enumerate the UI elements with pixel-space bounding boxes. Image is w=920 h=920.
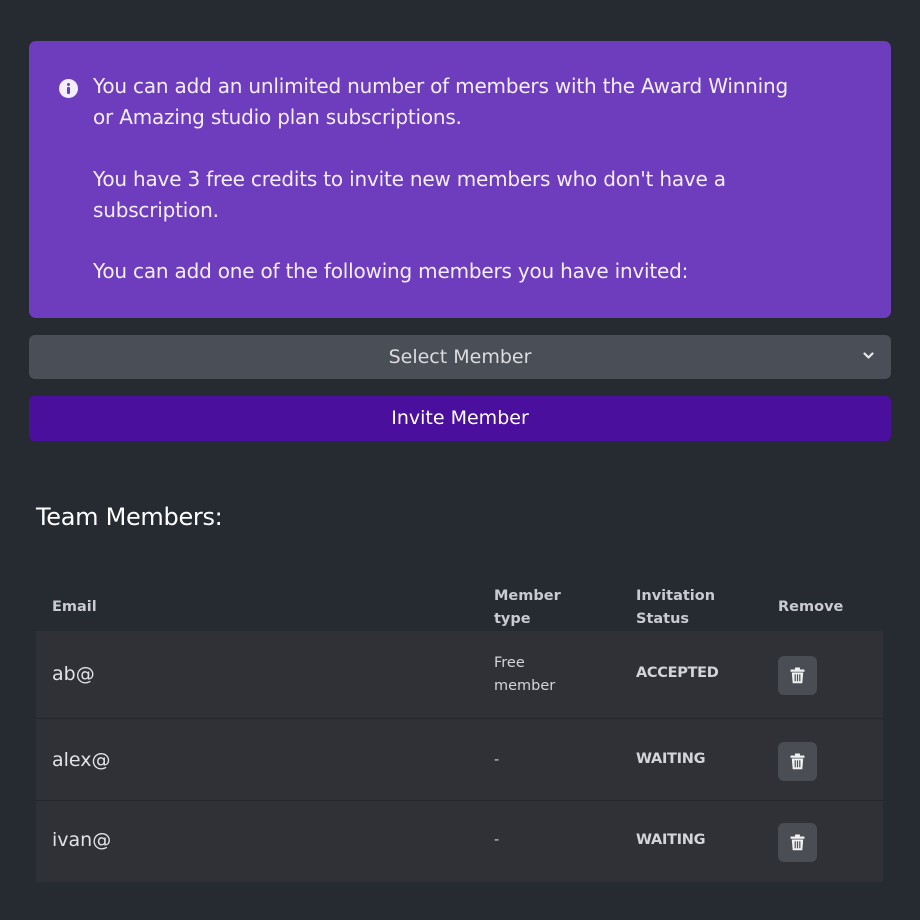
info-line-2: or Amazing studio plan subscriptions. (93, 105, 462, 129)
row-email: alex@ (52, 749, 111, 771)
row-member-type-1: Free (494, 655, 525, 671)
trash-icon (790, 753, 805, 770)
header-invitation-status-2: Status (636, 611, 690, 627)
table-row (36, 719, 883, 800)
info-line-5: You can add one of the following members… (93, 259, 689, 283)
trash-icon (790, 667, 805, 684)
remove-member-button[interactable] (778, 823, 817, 862)
row-email: ivan@ (52, 829, 112, 851)
table-row (36, 631, 883, 718)
header-remove: Remove (778, 599, 844, 615)
row-invitation-status: WAITING (636, 832, 706, 848)
row-invitation-status: ACCEPTED (636, 665, 719, 681)
trash-icon (790, 834, 805, 851)
header-email: Email (52, 599, 97, 615)
header-member-type-1: Member (494, 588, 561, 604)
remove-member-button[interactable] (778, 742, 817, 781)
row-member-type-1: - (494, 752, 500, 768)
team-members-title: Team Members: (36, 503, 223, 531)
invite-member-label: Invite Member (391, 407, 529, 429)
team-members-page: You can add an unlimited number of membe… (0, 0, 920, 920)
member-select-label: Select Member (388, 346, 532, 368)
row-invitation-status: WAITING (636, 751, 706, 767)
invite-member-button[interactable]: Invite Member (29, 396, 891, 441)
row-email: ab@ (52, 663, 95, 685)
info-line-1: You can add an unlimited number of membe… (93, 74, 788, 98)
member-select[interactable]: Select Member (29, 335, 891, 379)
info-line-3: You have 3 free credits to invite new me… (93, 167, 726, 191)
row-member-type-2: member (494, 678, 556, 694)
row-member-type-1: - (494, 832, 500, 848)
info-line-4: subscription. (93, 198, 219, 222)
header-member-type-2: type (494, 611, 531, 627)
table-row (36, 801, 883, 882)
info-circle-icon (59, 79, 78, 98)
header-invitation-status-1: Invitation (636, 588, 716, 604)
chevron-down-icon (863, 352, 874, 359)
remove-member-button[interactable] (778, 656, 817, 695)
